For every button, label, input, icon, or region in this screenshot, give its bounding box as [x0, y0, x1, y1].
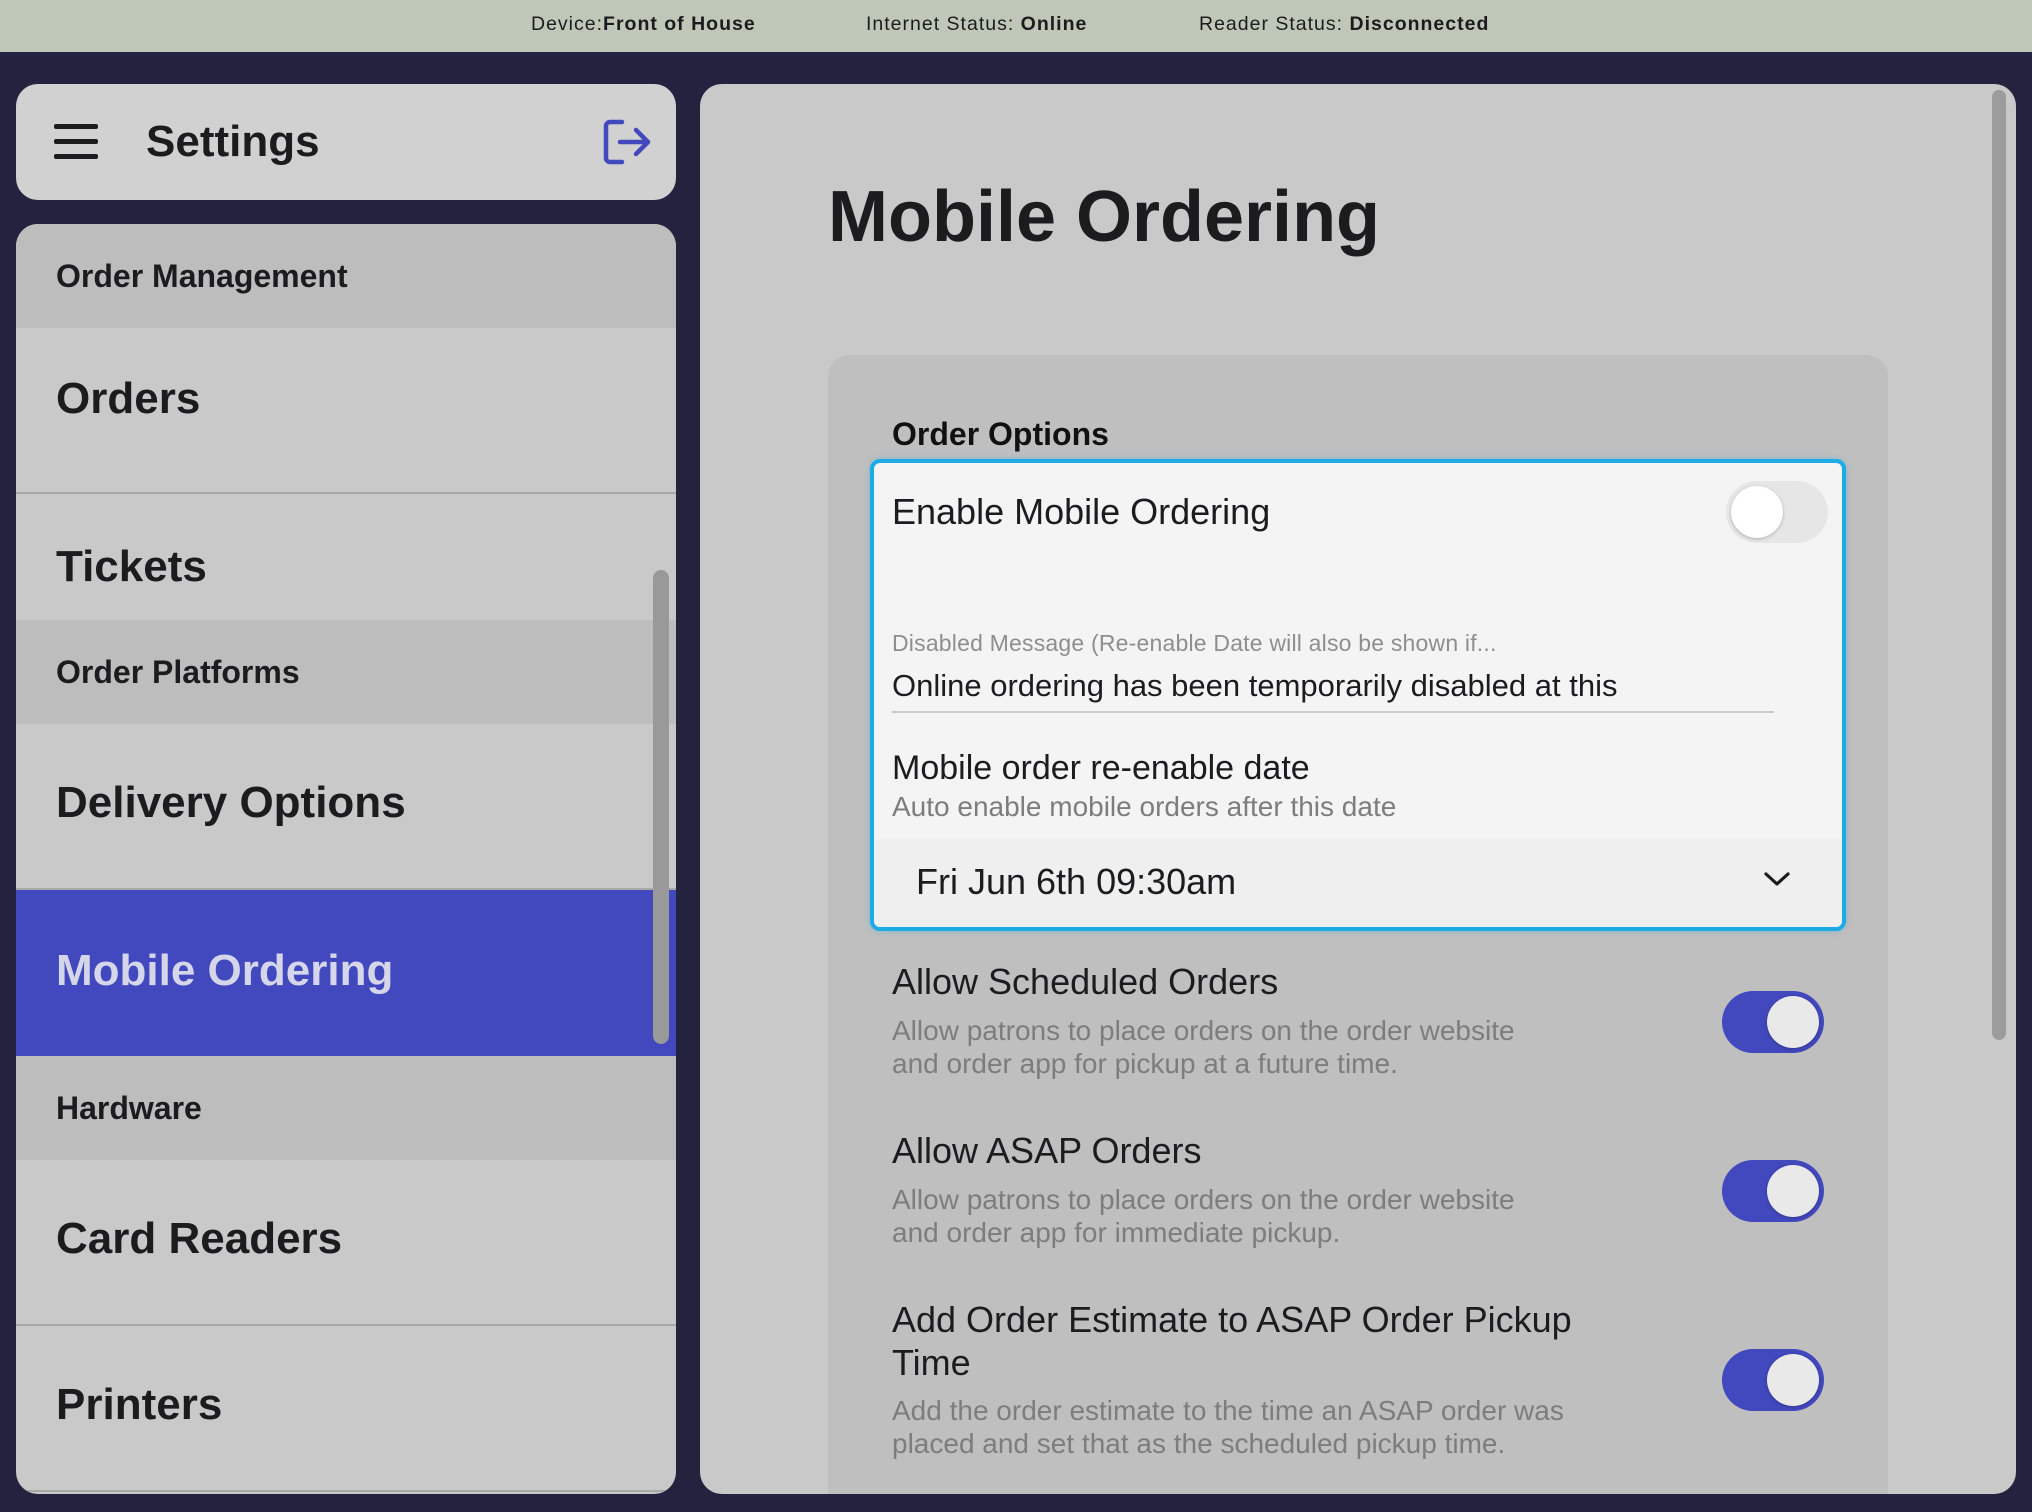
internet-status: Internet Status: Online — [866, 13, 1087, 36]
order-estimate-description-line1: Add the order estimate to the time an AS… — [892, 1395, 1564, 1426]
reenable-date-label: Mobile order re-enable date — [892, 749, 1310, 787]
allow-asap-orders-toggle[interactable] — [1722, 1160, 1824, 1222]
sidebar-item-card-readers[interactable]: Card Readers — [16, 1160, 676, 1326]
reenable-date-select[interactable]: Fri Jun 6th 09:30am — [874, 839, 1842, 927]
mobile-ordering-group: Enable Mobile Ordering Disabled Message … — [870, 459, 1846, 931]
sidebar-item-delivery-options[interactable]: Delivery Options — [16, 724, 676, 890]
card-title: Order Options — [892, 416, 1109, 452]
main-panel: Mobile Ordering Order Options Enable Mob… — [700, 84, 2016, 1494]
allow-scheduled-orders-label: Allow Scheduled Orders — [892, 961, 1279, 1002]
main-scrollbar[interactable] — [1992, 90, 2006, 1040]
section-header-order-platforms: Order Platforms — [16, 620, 676, 724]
allow-scheduled-orders-description-line1: Allow patrons to place orders on the ord… — [892, 1015, 1515, 1046]
sidebar-item-label: Delivery Options — [56, 778, 406, 827]
order-estimate-toggle[interactable] — [1722, 1349, 1824, 1411]
chevron-down-icon — [1764, 872, 1790, 886]
logout-arrow-icon[interactable] — [602, 118, 654, 166]
enable-mobile-ordering-toggle[interactable] — [1726, 481, 1828, 543]
allow-asap-orders-description-line1: Allow patrons to place orders on the ord… — [892, 1184, 1515, 1215]
order-options-card: Order Options Enable Mobile Ordering Dis… — [828, 355, 1888, 1494]
allow-asap-orders-description-line2: and order app for immediate pickup. — [892, 1217, 1341, 1248]
reenable-date-description: Auto enable mobile orders after this dat… — [892, 791, 1397, 822]
device-status-label: Device: — [531, 13, 604, 35]
device-status: Device:Front of House — [531, 13, 756, 36]
disabled-message-label: Disabled Message (Re-enable Date will al… — [892, 630, 1497, 656]
sidebar-nav: Order Management Orders Tickets Order Pl… — [16, 224, 676, 1494]
section-header-hardware: Hardware — [16, 1056, 676, 1160]
sidebar-item-printers[interactable]: Printers — [16, 1326, 676, 1492]
sidebar-item-label: Tickets — [56, 542, 207, 591]
order-estimate-label-line2: Time — [892, 1342, 971, 1383]
sidebar-item-orders[interactable]: Orders — [16, 328, 676, 494]
section-header-order-management: Order Management — [16, 224, 676, 328]
allow-scheduled-orders-toggle[interactable] — [1722, 991, 1824, 1053]
device-status-value: Front of House — [603, 13, 756, 35]
sidebar-header: Settings — [16, 84, 676, 200]
sidebar-title: Settings — [146, 117, 320, 166]
status-bar: Device:Front of House Internet Status: O… — [0, 0, 2032, 52]
sidebar-item-label: Printers — [56, 1380, 223, 1429]
internet-status-value: Online — [1020, 13, 1088, 35]
allow-asap-orders-label: Allow ASAP Orders — [892, 1130, 1202, 1171]
reenable-date-value: Fri Jun 6th 09:30am — [916, 861, 1237, 902]
enable-mobile-ordering-label: Enable Mobile Ordering — [892, 491, 1271, 532]
sidebar-item-label: Orders — [56, 374, 201, 423]
reader-status-value: Disconnected — [1349, 13, 1490, 35]
allow-scheduled-orders-description-line2: and order app for pickup at a future tim… — [892, 1048, 1398, 1079]
sidebar-item-mobile-ordering[interactable]: Mobile Ordering — [16, 890, 676, 1056]
reader-status-label: Reader Status: — [1199, 13, 1350, 35]
order-estimate-label-line1: Add Order Estimate to ASAP Order Pickup — [892, 1299, 1572, 1340]
sidebar-item-label: Card Readers — [56, 1214, 343, 1263]
sidebar-scrollbar[interactable] — [653, 570, 669, 1044]
page-title: Mobile Ordering — [828, 177, 1381, 257]
disabled-message-input[interactable] — [892, 661, 1774, 713]
sidebar-item-label: Mobile Ordering — [56, 946, 394, 995]
order-estimate-description-line2: placed and set that as the scheduled pic… — [892, 1428, 1506, 1459]
internet-status-label: Internet Status: — [866, 13, 1021, 35]
reader-status: Reader Status: Disconnected — [1199, 13, 1489, 36]
hamburger-menu-icon[interactable] — [54, 124, 98, 160]
